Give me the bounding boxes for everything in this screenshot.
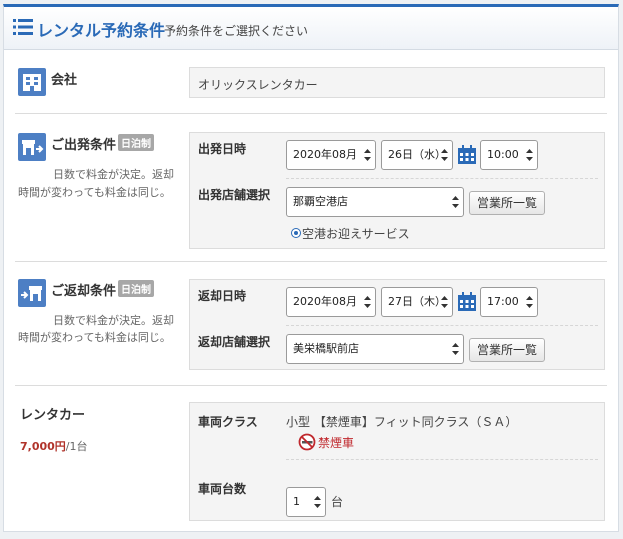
departure-title: ご出発条件 [51,138,117,153]
stepper-arrows-icon [314,496,321,508]
return-title: ご返却条件 [51,284,117,299]
daily-rate-badge: 日泊制 [118,280,154,297]
page-title: レンタル予約条件 [37,21,166,40]
select-arrows-icon [441,296,448,308]
select-arrows-icon [441,149,448,161]
calendar-icon[interactable] [457,145,477,165]
departure-store-label: 出発店舗選択 [198,188,271,202]
departure-box: 出発日時 2020年08月 26日（水） 10:00 出発店舗選択 那覇空港店 … [189,132,605,249]
rentacar-price: 7,000円/1台 [20,438,88,454]
select-arrows-icon [452,343,459,355]
divider [15,261,607,262]
non-smoking-label: 禁煙車 [318,436,355,450]
select-arrows-icon [526,296,533,308]
return-store-list-button[interactable]: 営業所一覧 [469,338,545,362]
page-subtitle: 予約条件をご選択ください [164,24,309,38]
no-smoking-icon [298,433,316,451]
price-amount: 7,000円 [20,440,66,453]
inner-divider [286,178,598,179]
company-value: オリックスレンタカー [198,78,318,92]
vehicle-count-label: 車両台数 [198,482,247,496]
departure-date-label: 出発日時 [198,142,247,156]
vehicle-class-value: 小型 【禁煙車】フィット同クラス（ＳＡ） [286,415,518,429]
departure-month-select[interactable]: 2020年08月 [286,140,376,170]
departure-store-icon [18,133,46,161]
pickup-service-label[interactable]: 空港お迎えサービス [302,225,410,242]
select-arrows-icon [452,196,459,208]
company-label: 会社 [51,73,78,88]
return-store-select[interactable]: 美栄橋駅前店 [286,334,464,364]
return-day-select[interactable]: 27日（木） [381,287,453,317]
departure-time-select[interactable]: 10:00 [480,140,538,170]
rentacar-title: レンタカー [20,408,86,423]
departure-note-line2: 時間が変わっても料金は同じ。 [18,186,171,199]
rentacar-box: 車両クラス 小型 【禁煙車】フィット同クラス（ＳＡ） 禁煙車 車両台数 1 台 [189,402,605,521]
select-arrows-icon [364,149,371,161]
company-value-box: オリックスレンタカー [189,67,605,98]
return-store-icon [18,279,46,307]
price-unit: /1台 [65,440,88,453]
return-store-label: 返却店舗選択 [198,335,271,349]
departure-note-line1: 日数で料金が決定。返却 [53,168,174,181]
select-arrows-icon [526,149,533,161]
daily-rate-badge: 日泊制 [118,134,154,151]
list-icon [13,19,33,35]
return-box: 返却日時 2020年08月 27日（木） 17:00 返却店舗選択 美栄橋駅前店… [189,279,605,370]
return-month-select[interactable]: 2020年08月 [286,287,376,317]
pickup-service-radio[interactable] [291,228,301,238]
departure-day-select[interactable]: 26日（水） [381,140,453,170]
inner-divider [286,459,598,460]
divider [15,385,607,386]
inner-divider [286,325,598,326]
select-arrows-icon [364,296,371,308]
return-note-line2: 時間が変わっても料金は同じ。 [18,331,171,344]
vehicle-class-label: 車両クラス [198,415,258,429]
panel-header: レンタル予約条件 予約条件をご選択ください [4,7,618,50]
vehicle-count-stepper[interactable]: 1 [286,487,326,517]
building-icon [18,68,46,96]
departure-store-list-button[interactable]: 営業所一覧 [469,191,545,215]
return-date-label: 返却日時 [198,289,247,303]
departure-store-select[interactable]: 那覇空港店 [286,187,464,217]
calendar-icon[interactable] [457,292,477,312]
return-note-line1: 日数で料金が決定。返却 [53,314,174,327]
return-time-select[interactable]: 17:00 [480,287,538,317]
divider [15,113,607,114]
vehicle-count-unit: 台 [331,495,344,509]
reservation-conditions-panel: レンタル予約条件 予約条件をご選択ください 会社 オリックスレンタカー ご出発条… [3,4,619,532]
